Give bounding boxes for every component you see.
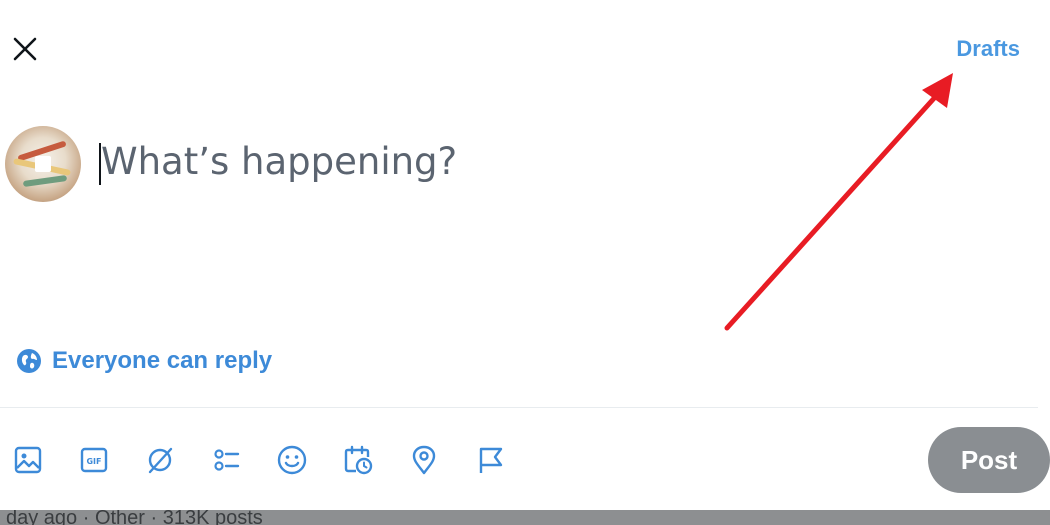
user-avatar[interactable]	[5, 126, 81, 202]
location-icon	[412, 445, 436, 475]
post-button[interactable]: Post	[928, 427, 1050, 493]
poll-button[interactable]	[204, 438, 248, 482]
grok-button[interactable]	[138, 438, 182, 482]
emoji-button[interactable]	[270, 438, 314, 482]
schedule-icon	[344, 445, 373, 475]
trend-meta-text: day ago · Other · 313K posts	[6, 510, 263, 525]
image-icon	[14, 446, 42, 474]
svg-text:GIF: GIF	[86, 457, 101, 466]
emoji-icon	[277, 445, 307, 475]
drafts-button[interactable]: Drafts	[956, 36, 1020, 62]
close-icon	[13, 37, 37, 61]
background-timeline: day ago · Other · 313K posts	[0, 510, 1050, 525]
compose-text-input[interactable]: What’s happening?	[101, 140, 457, 183]
flag-icon	[479, 447, 503, 473]
globe-icon	[17, 349, 41, 373]
tag-location-button[interactable]	[468, 438, 512, 482]
gif-button[interactable]: GIF	[72, 438, 116, 482]
location-button[interactable]	[402, 438, 446, 482]
poll-icon	[214, 449, 240, 471]
reply-setting-label: Everyone can reply	[52, 347, 273, 374]
media-button[interactable]	[6, 438, 50, 482]
compose-post-modal: Drafts What’s happening? Everyone can re…	[0, 0, 1050, 510]
schedule-button[interactable]	[336, 438, 380, 482]
grok-icon	[148, 447, 173, 474]
gif-icon: GIF	[80, 447, 108, 473]
close-button[interactable]	[6, 30, 44, 68]
reply-setting-button[interactable]: Everyone can reply	[16, 347, 272, 375]
toolbar-divider	[0, 407, 1038, 408]
